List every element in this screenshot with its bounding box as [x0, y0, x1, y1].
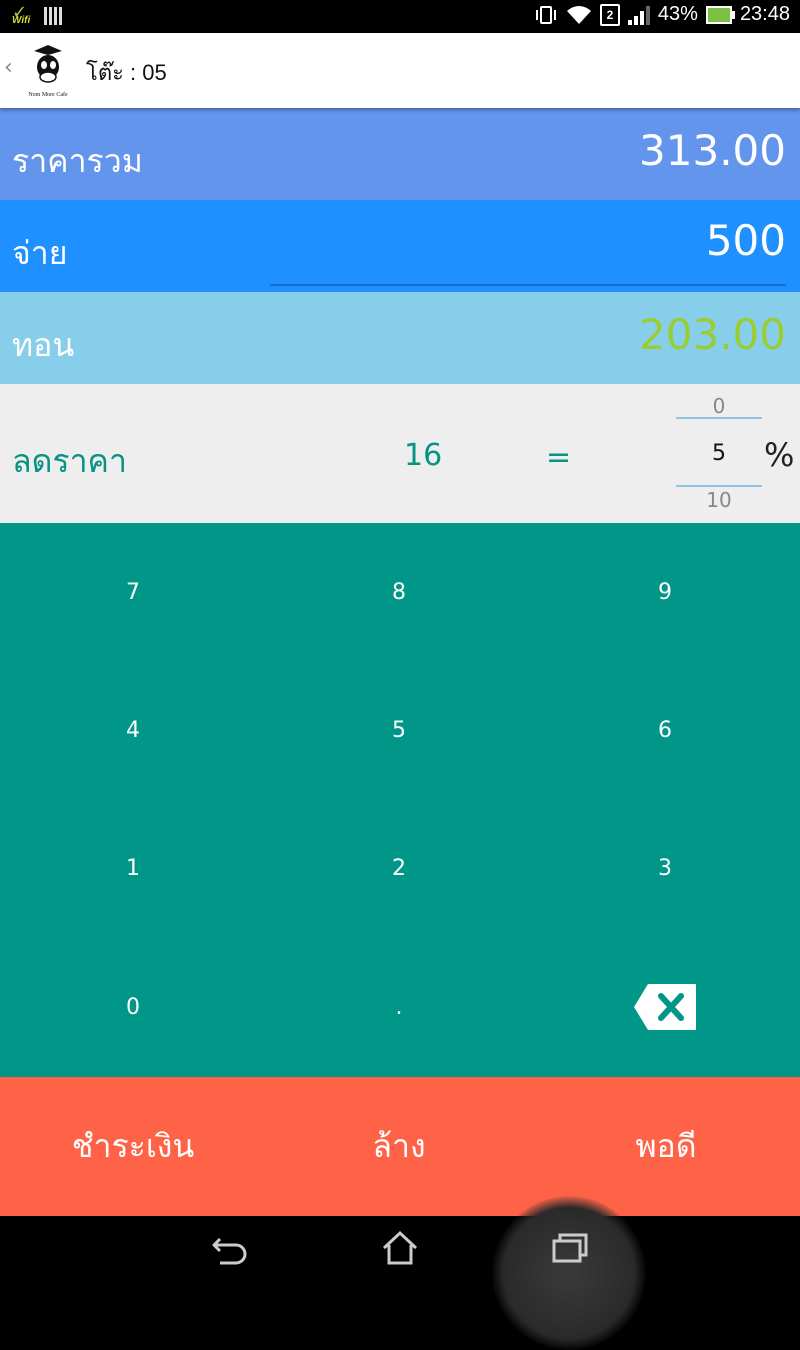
- home-icon: [382, 1230, 418, 1265]
- key-7[interactable]: 7: [0, 523, 266, 661]
- picker-next-value[interactable]: 10: [676, 488, 762, 512]
- cell-signal-icon: [627, 5, 650, 25]
- barcode-icon: [44, 7, 62, 25]
- page-title: โต๊ะ : 05: [86, 60, 167, 85]
- key-0[interactable]: 0: [0, 937, 266, 1077]
- total-row: ราคารวม 313.00: [0, 108, 800, 200]
- pay-button[interactable]: ชำระเงิน: [0, 1077, 266, 1216]
- clock: 23:48: [739, 3, 790, 25]
- recent-apps-icon: [552, 1233, 588, 1263]
- wifi-signal-icon: [566, 5, 591, 24]
- key-6[interactable]: 6: [532, 661, 798, 799]
- change-value: 203.00: [639, 310, 786, 359]
- key-8[interactable]: 8: [266, 523, 532, 661]
- key-decimal[interactable]: .: [266, 937, 532, 1077]
- backspace-button[interactable]: [532, 937, 798, 1077]
- home-button[interactable]: [370, 1226, 430, 1270]
- status-bar: ✓ Wifi 2 43% 23:48: [0, 0, 800, 33]
- key-2[interactable]: 2: [266, 799, 532, 937]
- wifi-badge-text: Wifi: [12, 15, 31, 26]
- picker-current-value[interactable]: 5: [676, 441, 762, 466]
- change-row: ทอน 203.00: [0, 292, 800, 384]
- app-bar: ‹ Nom More Cafe โต๊ะ : 05: [0, 33, 800, 108]
- discount-label: ลดราคา: [12, 442, 127, 480]
- logo-text: Nom More Cafe: [28, 91, 68, 98]
- cafe-logo: Nom More Cafe: [28, 45, 68, 98]
- wifi-check-icon: ✓ Wifi: [12, 2, 31, 26]
- key-9[interactable]: 9: [532, 523, 798, 661]
- clear-button[interactable]: ล้าง: [266, 1077, 532, 1216]
- total-value: 313.00: [639, 126, 786, 175]
- back-button[interactable]: [200, 1226, 260, 1270]
- back-icon: [212, 1237, 247, 1265]
- discount-amount: 16: [404, 438, 443, 473]
- total-label: ราคารวม: [12, 142, 143, 180]
- pay-input-underline: [270, 284, 786, 286]
- recent-apps-button[interactable]: [540, 1226, 600, 1270]
- battery-charging-icon: [705, 5, 735, 24]
- equals-sign: =: [546, 440, 572, 475]
- pay-label: จ่าย: [12, 234, 68, 272]
- backspace-icon: [634, 984, 696, 1030]
- action-bar: ชำระเงิน ล้าง พอดี: [0, 1077, 800, 1216]
- pay-row: จ่าย 500: [0, 200, 800, 292]
- change-label: ทอน: [12, 326, 75, 364]
- picker-divider: [676, 417, 762, 419]
- numeric-keypad: 7 8 9 4 5 6 1 2 3 0 .: [0, 523, 800, 1077]
- vibrate-icon: [535, 5, 556, 24]
- discount-row: ลดราคา 16 = 0 5 10 %: [0, 384, 800, 523]
- percent-sign: %: [764, 436, 795, 474]
- key-4[interactable]: 4: [0, 661, 266, 799]
- back-chevron-icon[interactable]: ‹: [4, 55, 13, 80]
- picker-divider: [676, 485, 762, 487]
- picker-prev-value[interactable]: 0: [676, 394, 762, 418]
- battery-percent: 43%: [657, 3, 698, 25]
- discount-percent-picker[interactable]: 0 5 10: [676, 384, 762, 523]
- recent-apps-highlight: [492, 1196, 646, 1350]
- sim-icon: 2: [599, 3, 620, 26]
- key-3[interactable]: 3: [532, 799, 798, 937]
- key-1[interactable]: 1: [0, 799, 266, 937]
- key-5[interactable]: 5: [266, 661, 532, 799]
- pay-input[interactable]: 500: [706, 216, 786, 265]
